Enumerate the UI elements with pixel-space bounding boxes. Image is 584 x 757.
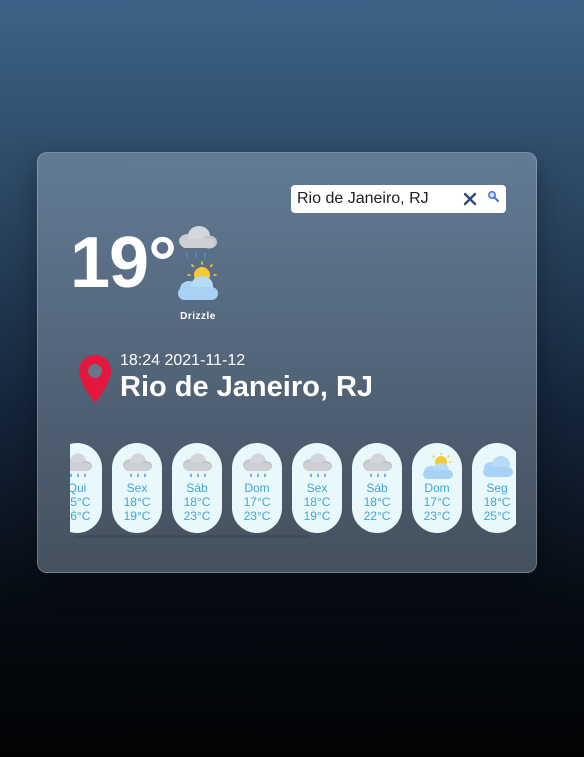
forecast-min-temp: 18°C (483, 495, 511, 509)
rain-cloud-icon (243, 453, 272, 478)
city-name: Rio de Janeiro, RJ (120, 371, 374, 403)
forecast-min-temp: 18°C (363, 495, 391, 509)
forecast-max-temp: 23°C (243, 509, 271, 523)
forecast-day-name: Sáb (366, 481, 388, 495)
forecast-max-temp: 23°C (423, 509, 451, 523)
forecast-max-temp: 25°C (483, 509, 511, 523)
location-pin-icon (79, 355, 111, 403)
forecast-day-card[interactable]: Seg 18°C 25°C (472, 443, 516, 533)
rain-cloud-icon (123, 453, 152, 478)
forecast-list[interactable]: Qui15°C26°CSex18°C19°CSáb18°C23°CDom17°C… (70, 443, 516, 541)
forecast-min-temp: 18°C (183, 495, 211, 509)
rain-cloud-icon (183, 453, 212, 478)
search-icon[interactable] (487, 190, 499, 202)
weather-card: 19° Drizzle 18:24 2021-11-12 Rio de Jane… (37, 152, 537, 573)
rain-cloud-icon (363, 453, 392, 478)
forecast-max-temp: 22°C (363, 509, 391, 523)
forecast-day-card[interactable]: Sáb 18°C 22°C (352, 443, 402, 533)
forecast-scrollbar[interactable] (74, 535, 310, 538)
cloud-icon (483, 456, 513, 477)
forecast-min-temp: 17°C (423, 495, 451, 509)
forecast-min-temp: 18°C (303, 495, 331, 509)
forecast-day-name: Sáb (186, 481, 208, 495)
current-temperature: 19° (70, 223, 177, 303)
forecast-min-temp: 18°C (123, 495, 151, 509)
forecast-day-card[interactable]: Qui15°C26°C (70, 443, 102, 533)
condition-label: Drizzle (180, 311, 216, 322)
forecast-day-name: Dom (244, 481, 270, 495)
forecast-max-temp: 19°C (303, 509, 331, 523)
forecast-day-card[interactable]: Dom 17°C 23°C (412, 443, 462, 533)
forecast-day-name: Dom (424, 481, 450, 495)
forecast-day-card[interactable]: Sex 18°C 19°C (112, 443, 162, 533)
forecast-day-card[interactable]: Sex 18°C 19°C (292, 443, 342, 533)
current-datetime: 18:24 2021-11-12 (120, 352, 246, 369)
forecast-min-temp: 17°C (243, 495, 271, 509)
forecast-day-card[interactable]: Sáb 18°C 23°C (172, 443, 222, 533)
forecast-day-name: Seg (486, 481, 508, 495)
forecast-day-name: Qui (70, 481, 87, 495)
clear-icon[interactable] (463, 192, 477, 206)
forecast-min-temp: 15°C (70, 495, 91, 509)
forecast-max-temp: 23°C (183, 509, 211, 523)
search-input[interactable] (297, 185, 457, 213)
rain-and-sun-cloud-icon (178, 226, 218, 300)
rain-cloud-icon (303, 453, 332, 478)
rain-cloud-icon (70, 453, 92, 478)
forecast-day-card[interactable]: Dom 17°C 23°C (232, 443, 282, 533)
forecast-day-name: Sex (126, 481, 148, 495)
sun-cloud-icon (423, 453, 453, 479)
search-box (291, 185, 506, 213)
forecast-max-temp: 19°C (123, 509, 151, 523)
forecast-max-temp: 26°C (70, 509, 91, 523)
forecast-day-name: Sex (306, 481, 328, 495)
